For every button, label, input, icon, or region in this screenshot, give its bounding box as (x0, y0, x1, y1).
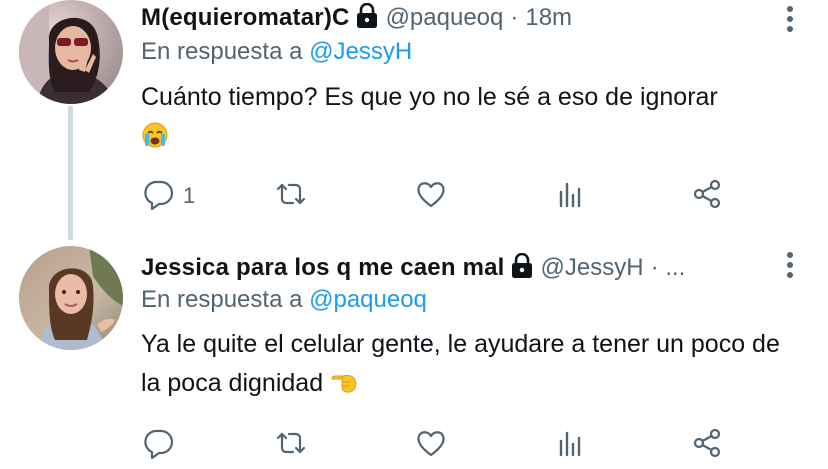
analytics-button[interactable] (553, 176, 587, 216)
more-vertical-icon[interactable] (786, 5, 794, 33)
reply-count: 1 (183, 183, 196, 208)
thread-connector-line (68, 106, 73, 240)
tweet[interactable]: Jessica para los q me caen mal @JessyH ·… (0, 240, 828, 469)
tweet-text: Ya le quite el celular gente, le ayudare… (141, 325, 801, 403)
lock-icon (356, 2, 378, 29)
tweet-text-content: Cuánto tiempo? Es que yo no le sé a eso … (141, 83, 718, 111)
tweet-header: Jessica para los q me caen mal @JessyH ·… (141, 251, 692, 285)
reply-to-mention-link[interactable]: @JessyH (309, 38, 412, 65)
more-vertical-icon[interactable] (786, 251, 794, 279)
share-button[interactable] (690, 176, 724, 216)
retweet-button[interactable] (274, 425, 308, 465)
replying-to: En respuesta a @JessyH (141, 38, 412, 66)
crying-face-emoji-icon (141, 121, 169, 149)
reply-prefix: En respuesta a (141, 38, 303, 65)
like-button[interactable] (414, 425, 448, 465)
analytics-icon (553, 426, 587, 465)
share-icon (690, 426, 724, 465)
separator-dot: · ... (650, 254, 686, 281)
reply-icon (141, 426, 175, 465)
retweet-button[interactable] (274, 176, 308, 216)
avatar[interactable] (19, 0, 123, 104)
like-button[interactable] (414, 176, 448, 216)
share-button[interactable] (690, 425, 724, 465)
reply-prefix: En respuesta a (141, 286, 303, 313)
heart-icon (414, 426, 448, 465)
tweet[interactable]: M(equieromatar)C @paqueoq · 18m En respu… (0, 0, 828, 240)
lock-icon (511, 252, 533, 279)
heart-icon (414, 177, 448, 216)
reply-button[interactable]: 1 (141, 176, 195, 216)
reply-button[interactable] (141, 425, 183, 465)
timestamp[interactable]: 18m (525, 4, 572, 32)
user-handle[interactable]: @JessyH (541, 254, 644, 282)
display-name[interactable]: Jessica para los q me caen mal (141, 254, 505, 282)
reply-to-mention-link[interactable]: @paqueoq (309, 286, 427, 313)
avatar[interactable] (19, 246, 123, 350)
user-handle[interactable]: @paqueoq (386, 4, 504, 32)
analytics-button[interactable] (553, 425, 587, 465)
reply-icon (141, 177, 175, 216)
tweet-actions: 1 (141, 176, 741, 216)
share-icon (690, 177, 724, 216)
retweet-icon (274, 426, 308, 465)
retweet-icon (274, 177, 308, 216)
tweet-actions (141, 425, 741, 465)
analytics-icon (553, 177, 587, 216)
tweet-header: M(equieromatar)C @paqueoq · 18m (141, 1, 572, 35)
separator-dot: · (510, 4, 519, 31)
conversation-thread: M(equieromatar)C @paqueoq · 18m En respu… (0, 0, 828, 469)
pointing-left-emoji-icon (330, 368, 358, 396)
tweet-text-content: Ya le quite el celular gente, le ayudare… (141, 330, 780, 397)
replying-to: En respuesta a @paqueoq (141, 286, 427, 314)
tweet-text: Cuánto tiempo? Es que yo no le sé a eso … (141, 78, 801, 156)
display-name[interactable]: M(equieromatar)C (141, 4, 350, 32)
